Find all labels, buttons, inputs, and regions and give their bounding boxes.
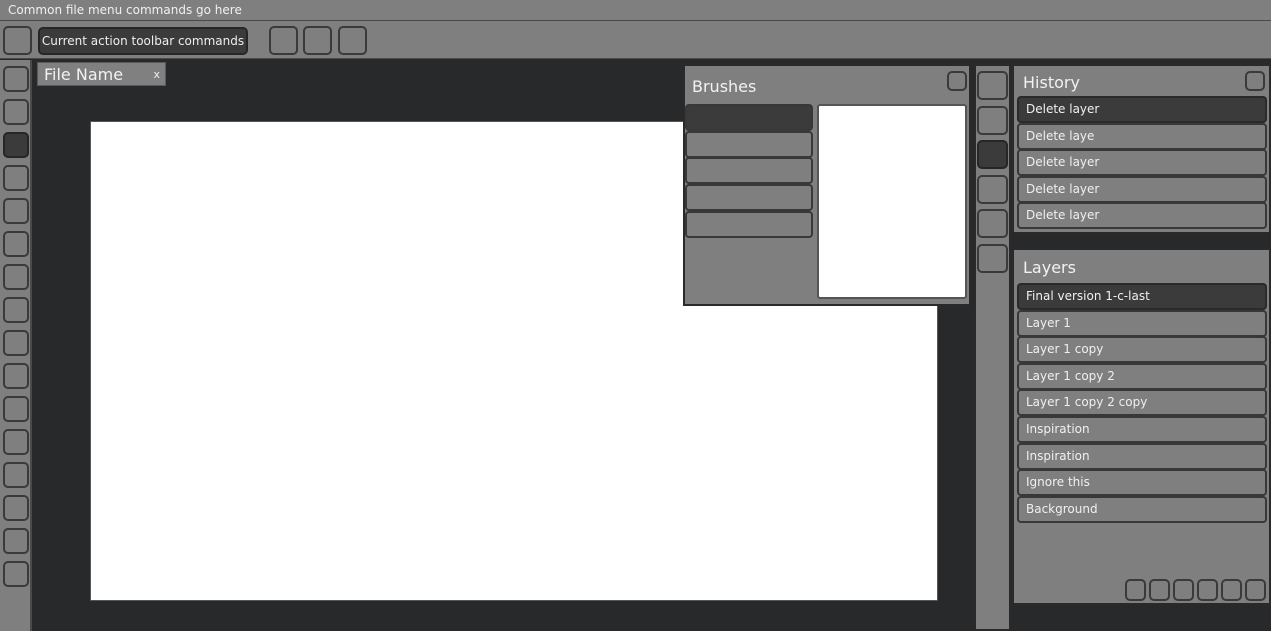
brush-preset-item[interactable] xyxy=(685,130,813,158)
left-tool-button[interactable] xyxy=(3,363,29,389)
layer-item[interactable]: Ignore this xyxy=(1017,469,1267,497)
left-tool-button[interactable] xyxy=(3,231,29,257)
left-tool-button[interactable] xyxy=(3,462,29,488)
left-tool-button[interactable] xyxy=(3,561,29,587)
history-item[interactable]: Delete layer xyxy=(1017,175,1267,203)
left-tool-button[interactable] xyxy=(3,66,29,92)
layer-item[interactable]: Layer 1 copy 2 xyxy=(1017,362,1267,390)
menu-bar: Common file menu commands go here xyxy=(0,0,1271,21)
history-item[interactable]: Delete laye xyxy=(1017,122,1267,150)
left-tool-button[interactable] xyxy=(3,198,29,224)
toolbar-button-3[interactable] xyxy=(338,26,367,55)
toolbar-button-1[interactable] xyxy=(269,26,298,55)
left-tool-button[interactable] xyxy=(3,528,29,554)
left-tool-button[interactable] xyxy=(3,297,29,323)
layer-action-button[interactable] xyxy=(1173,579,1194,601)
layer-action-button[interactable] xyxy=(1221,579,1242,601)
app-window: Common file menu commands go here Curren… xyxy=(0,0,1271,631)
left-tool-button[interactable] xyxy=(3,495,29,521)
document-tab[interactable]: File Name x xyxy=(37,62,166,86)
brush-preset-item[interactable] xyxy=(685,184,813,212)
toolbar: Current action toolbar commands xyxy=(0,21,1271,59)
tool-options-button[interactable] xyxy=(3,26,32,55)
panel-tool-button[interactable] xyxy=(977,243,1008,273)
history-panel-menu-button[interactable] xyxy=(1245,71,1265,91)
layer-item[interactable]: Final version 1-c-last xyxy=(1017,283,1267,310)
history-title: History xyxy=(1023,73,1080,92)
panel-tools-bar xyxy=(974,64,1011,631)
close-tab-icon[interactable]: x xyxy=(153,68,160,81)
left-tool-button[interactable] xyxy=(3,330,29,356)
brush-preset-item[interactable] xyxy=(685,210,813,238)
document-tab-name: File Name xyxy=(44,65,124,84)
current-action-button[interactable]: Current action toolbar commands xyxy=(38,27,248,55)
history-item[interactable]: Delete layer xyxy=(1017,96,1267,123)
panel-tool-button[interactable] xyxy=(977,174,1008,204)
history-item[interactable]: Delete layer xyxy=(1017,202,1267,229)
layer-item[interactable]: Background xyxy=(1017,495,1267,523)
history-panel: History Delete layer Delete laye Delete la… xyxy=(1012,64,1271,234)
panel-tool-button[interactable] xyxy=(977,140,1008,169)
panel-tool-button[interactable] xyxy=(977,209,1008,238)
left-tool-button[interactable] xyxy=(3,264,29,290)
brush-preset-item[interactable] xyxy=(685,157,813,185)
left-tool-button[interactable] xyxy=(3,132,29,158)
layer-item[interactable]: Layer 1 copy 2 copy xyxy=(1017,389,1267,417)
menu-bar-text[interactable]: Common file menu commands go here xyxy=(8,3,242,17)
brushes-panel: Brushes xyxy=(683,64,971,306)
brush-preset-item[interactable] xyxy=(685,104,813,131)
brush-preview xyxy=(817,104,967,299)
panel-tool-button[interactable] xyxy=(977,105,1008,135)
layers-panel: Layers Final version 1-c-last Layer 1 Laye… xyxy=(1012,248,1271,605)
left-tool-button[interactable] xyxy=(3,99,29,125)
layer-action-button[interactable] xyxy=(1245,579,1266,601)
layer-action-button[interactable] xyxy=(1149,579,1170,601)
left-tool-button[interactable] xyxy=(3,165,29,191)
panel-tool-button[interactable] xyxy=(977,71,1008,100)
layer-action-button[interactable] xyxy=(1197,579,1218,601)
layer-item[interactable]: Layer 1 xyxy=(1017,309,1267,337)
layer-item[interactable]: Inspiration xyxy=(1017,416,1267,443)
layer-item[interactable]: Inspiration xyxy=(1017,442,1267,470)
history-item[interactable]: Delete layer xyxy=(1017,149,1267,176)
layer-action-button[interactable] xyxy=(1125,579,1146,601)
brushes-panel-menu-button[interactable] xyxy=(947,71,967,91)
layers-title: Layers xyxy=(1023,258,1076,277)
layer-item[interactable]: Layer 1 copy xyxy=(1017,336,1267,364)
brushes-title: Brushes xyxy=(692,77,757,96)
toolbar-button-2[interactable] xyxy=(303,26,332,55)
left-tools-bar xyxy=(0,60,32,631)
left-tool-button[interactable] xyxy=(3,396,29,422)
left-tool-button[interactable] xyxy=(3,429,29,455)
